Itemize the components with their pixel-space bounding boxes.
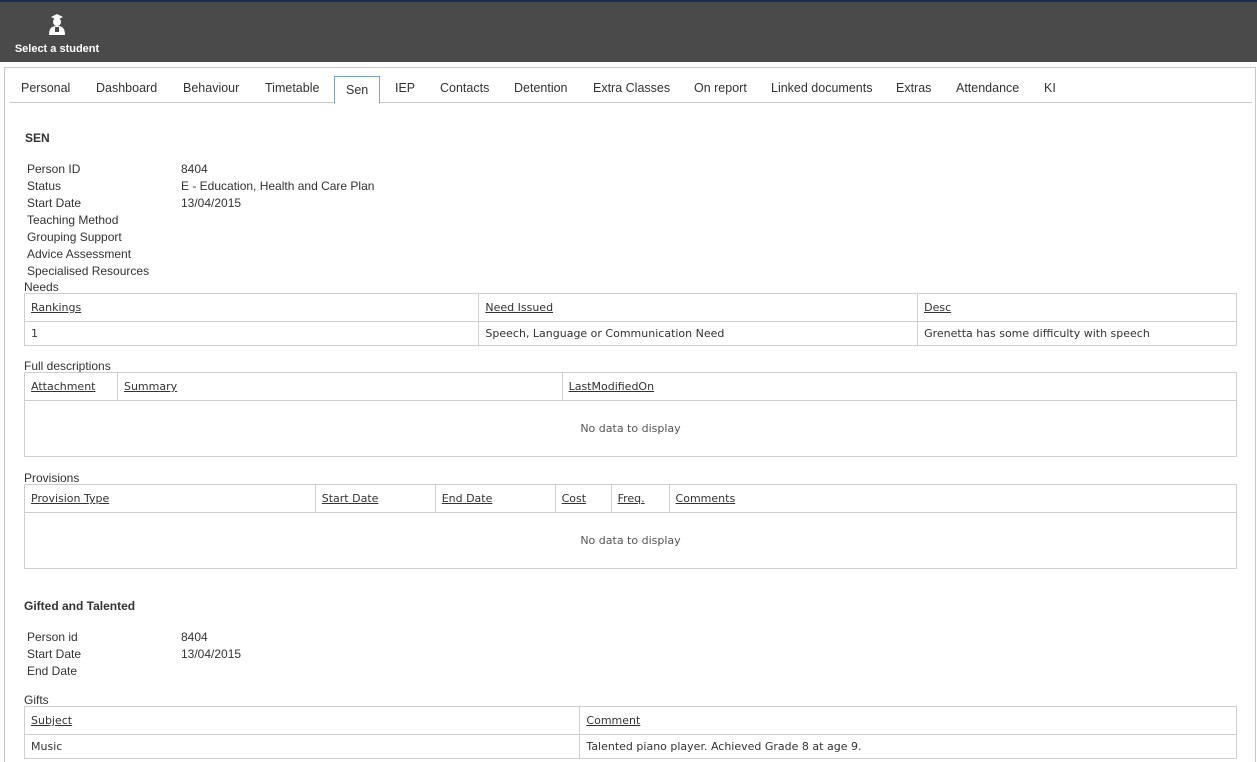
select-student-label: Select a student	[14, 43, 100, 55]
tab-contacts[interactable]: Contacts	[440, 76, 489, 103]
tab-behaviour[interactable]: Behaviour	[183, 76, 239, 103]
column-header-last-modified-on[interactable]: LastModifiedOn	[561, 372, 1238, 401]
status-value: E - Education, Health and Care Plan	[181, 179, 375, 193]
empty-row: No data to display	[24, 512, 1237, 569]
advice-assessment-label: Advice Assessment	[27, 247, 132, 261]
column-header-rankings[interactable]: Rankings	[23, 293, 480, 322]
need-issued-cell: Speech, Language or Communication Need	[478, 321, 919, 346]
start-date-label: Start Date	[27, 196, 82, 210]
column-header-need-issued[interactable]: Need Issued	[478, 293, 919, 322]
tab-linked-documents[interactable]: Linked documents	[771, 76, 872, 103]
full-descriptions-table: Attachment Summary LastModifiedOn No dat…	[24, 372, 1238, 457]
column-header-summary[interactable]: Summary	[116, 372, 563, 401]
needs-table: Rankings Need Issued Desc 1 Speech, Lang…	[23, 293, 1237, 346]
gifts-table: Subject Comment Music Talented piano pla…	[23, 706, 1237, 759]
desc-cell: Grenetta has some difficulty with speech	[917, 321, 1237, 346]
column-header-subject[interactable]: Subject	[23, 706, 581, 735]
start-date-value: 13/04/2015	[181, 196, 242, 210]
no-data-message: No data to display	[24, 512, 1237, 569]
tab-extras[interactable]: Extras	[896, 76, 931, 103]
specialised-resources-label: Specialised Resources	[27, 264, 150, 278]
provisions-caption: Provisions	[24, 471, 80, 485]
person-id-label: Person ID	[27, 162, 81, 176]
person-id-value: 8404	[181, 162, 208, 176]
tab-dashboard[interactable]: Dashboard	[96, 76, 157, 103]
tab-on-report[interactable]: On report	[694, 76, 747, 103]
column-header-freq[interactable]: Freq.	[610, 484, 670, 513]
ranking-cell: 1	[23, 321, 480, 346]
teaching-method-label: Teaching Method	[27, 213, 119, 227]
tab-detention[interactable]: Detention	[514, 76, 568, 103]
column-header-comment[interactable]: Comment	[579, 706, 1237, 735]
empty-row: No data to display	[24, 400, 1237, 457]
tab-personal[interactable]: Personal	[21, 76, 70, 103]
select-student-button[interactable]: Select a student	[12, 8, 102, 60]
gifted-person-id-value: 8404	[181, 630, 208, 644]
gifted-title: Gifted and Talented	[24, 599, 136, 613]
gifts-caption: Gifts	[24, 693, 49, 707]
full-descriptions-caption: Full descriptions	[24, 359, 111, 373]
table-row[interactable]: Music Talented piano player. Achieved Gr…	[23, 734, 1237, 759]
tab-attendance[interactable]: Attendance	[956, 76, 1019, 103]
provisions-table: Provision Type Start Date End Date Cost …	[24, 484, 1238, 569]
tab-bar: Personal Dashboard Behaviour Timetable S…	[10, 76, 1252, 104]
column-header-provision-type[interactable]: Provision Type	[24, 484, 316, 513]
status-label: Status	[27, 179, 62, 193]
column-header-comments[interactable]: Comments	[668, 484, 1238, 513]
tab-timetable[interactable]: Timetable	[265, 76, 319, 103]
top-toolbar: Select a student	[0, 0, 1257, 62]
student-icon	[49, 14, 65, 35]
subject-cell: Music	[23, 734, 581, 759]
tab-extra-classes[interactable]: Extra Classes	[593, 76, 670, 103]
gifted-end-date-label: End Date	[27, 664, 78, 678]
sen-title: SEN	[25, 131, 50, 145]
needs-caption: Needs	[24, 280, 59, 294]
tab-ki[interactable]: KI	[1044, 76, 1056, 103]
gifted-person-id-label: Person id	[27, 630, 78, 644]
gifts-header-row: Subject Comment	[23, 706, 1237, 735]
gifted-start-date-value: 13/04/2015	[181, 647, 242, 661]
table-row[interactable]: 1 Speech, Language or Communication Need…	[23, 321, 1237, 346]
tab-sen[interactable]: Sen	[334, 76, 381, 104]
column-header-cost[interactable]: Cost	[554, 484, 612, 513]
column-header-end-date[interactable]: End Date	[434, 484, 556, 513]
column-header-attachment[interactable]: Attachment	[24, 372, 118, 401]
full-descriptions-header-row: Attachment Summary LastModifiedOn	[24, 372, 1238, 401]
comment-cell: Talented piano player. Achieved Grade 8 …	[579, 734, 1237, 759]
needs-header-row: Rankings Need Issued Desc	[23, 293, 1237, 322]
column-header-start-date[interactable]: Start Date	[314, 484, 436, 513]
tab-iep[interactable]: IEP	[395, 76, 415, 103]
provisions-header-row: Provision Type Start Date End Date Cost …	[24, 484, 1238, 513]
grouping-support-label: Grouping Support	[27, 230, 122, 244]
column-header-desc[interactable]: Desc	[917, 293, 1237, 322]
gifted-start-date-label: Start Date	[27, 647, 82, 661]
no-data-message: No data to display	[24, 400, 1237, 457]
